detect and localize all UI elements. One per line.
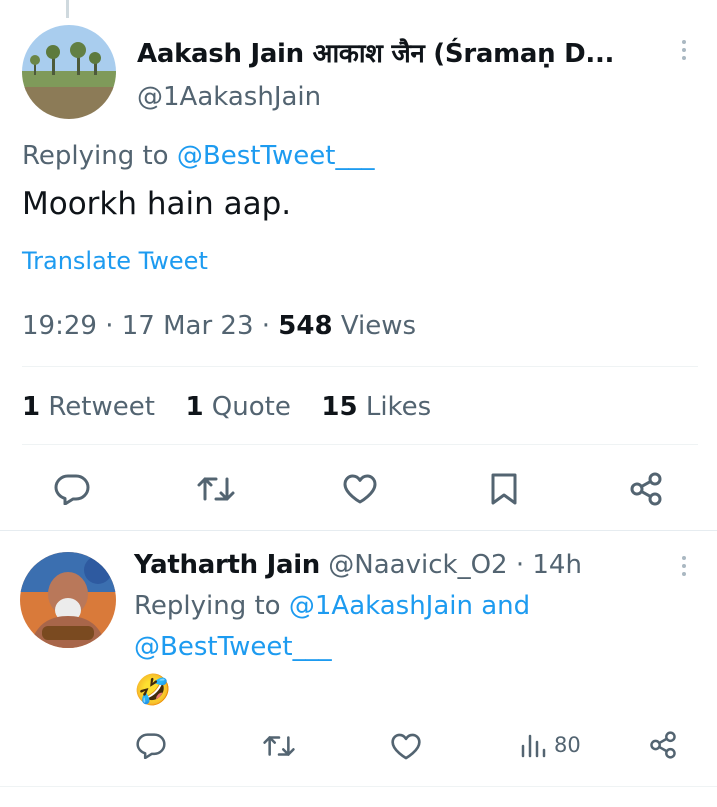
thread-connector-line xyxy=(66,0,69,18)
tweet-text: Moorkh hain aap. xyxy=(22,186,292,222)
reply-author-avatar[interactable] xyxy=(20,552,116,648)
bookmark-icon[interactable] xyxy=(490,472,518,506)
reply-replying-line-1: Replying to @1AakashJain and xyxy=(134,591,530,621)
views-stat[interactable]: 80 xyxy=(520,732,581,758)
translate-tweet-link[interactable]: Translate Tweet xyxy=(22,247,208,275)
reply-to-and[interactable]: and xyxy=(481,591,530,621)
reply-icon[interactable] xyxy=(54,473,90,505)
author-avatar[interactable] xyxy=(22,25,116,119)
replying-to-line: Replying to @BestTweet___ xyxy=(22,141,374,171)
engagement-stats: 1 Retweet 1 Quote 15 Likes xyxy=(22,392,431,422)
divider xyxy=(22,444,698,445)
reply-emoji-text: 🤣 xyxy=(134,673,172,708)
views-icon xyxy=(520,732,546,758)
more-icon[interactable] xyxy=(682,40,688,64)
retweets-count: 1 xyxy=(22,392,41,422)
retweet-icon[interactable] xyxy=(262,733,296,759)
retweet-icon[interactable] xyxy=(196,474,236,504)
views-count: 548 xyxy=(278,311,333,341)
avatar-landscape-image xyxy=(22,25,116,119)
meta-separator: · xyxy=(261,311,271,341)
tweet-date[interactable]: 17 Mar 23 xyxy=(122,311,254,341)
reply-to-mention-2[interactable]: @BestTweet___ xyxy=(134,632,332,662)
avatar-portrait-image xyxy=(20,552,116,648)
likes-label: Likes xyxy=(365,392,432,422)
views-count: 80 xyxy=(554,733,581,757)
divider xyxy=(22,366,698,367)
retweets-label: Retweet xyxy=(48,392,155,422)
quotes-label: Quote xyxy=(211,392,291,422)
more-icon[interactable] xyxy=(682,556,688,580)
reply-header: Yatharth Jain @Naavick_O2 · 14h xyxy=(134,550,582,580)
reply-author-handle[interactable]: @Naavick_O2 xyxy=(328,550,507,580)
reply-to-mention[interactable]: @BestTweet___ xyxy=(177,141,375,171)
views-label: Views xyxy=(340,311,417,341)
author-name[interactable]: Aakash Jain आकाश जैन (Śramaṇ D... xyxy=(137,34,614,70)
replying-to-label: Replying to xyxy=(134,591,281,621)
replying-to-label: Replying to xyxy=(22,141,169,171)
like-icon[interactable] xyxy=(390,733,422,760)
meta-separator: · xyxy=(105,311,114,341)
share-icon[interactable] xyxy=(648,731,678,759)
section-divider xyxy=(0,530,717,531)
tweet-meta: 19:29 · 17 Mar 23 · 548 Views xyxy=(22,311,416,341)
reply-time[interactable]: 14h xyxy=(532,550,582,580)
retweets-stat[interactable]: 1 Retweet xyxy=(22,392,155,422)
likes-count: 15 xyxy=(321,392,358,422)
quotes-stat[interactable]: 1 Quote xyxy=(185,392,290,422)
divider xyxy=(0,786,717,787)
meta-separator: · xyxy=(515,550,525,580)
reply-author-name[interactable]: Yatharth Jain xyxy=(134,550,320,580)
reply-to-mention-1[interactable]: @1AakashJain xyxy=(289,591,473,621)
like-icon[interactable] xyxy=(342,474,378,504)
author-handle[interactable]: @1AakashJain xyxy=(137,82,321,112)
reply-icon[interactable] xyxy=(136,732,166,759)
tweet-time[interactable]: 19:29 xyxy=(22,311,97,341)
share-icon[interactable] xyxy=(628,472,664,506)
likes-stat[interactable]: 15 Likes xyxy=(321,392,431,422)
quotes-count: 1 xyxy=(185,392,204,422)
